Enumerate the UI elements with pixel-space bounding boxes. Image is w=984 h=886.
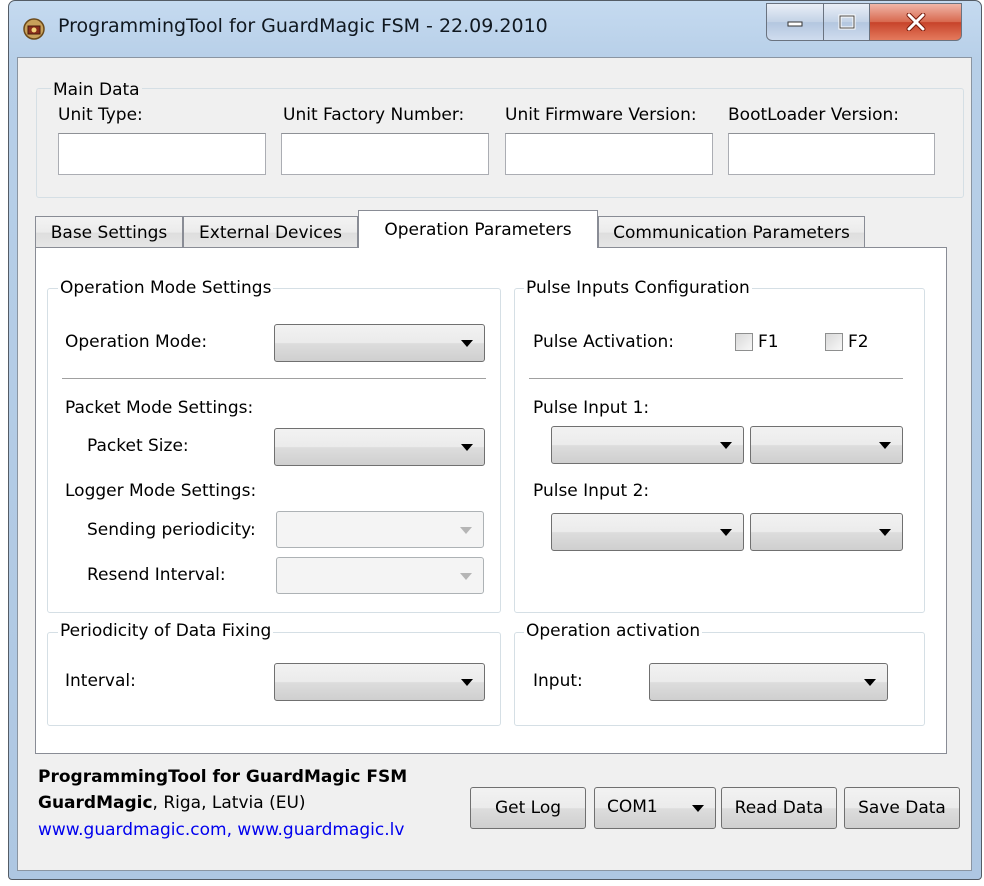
pulse-input-2-label: Pulse Input 2: [533,481,650,501]
tab-base-settings[interactable]: Base Settings [35,216,183,248]
f2-label: F2 [848,332,869,352]
tab-communication-parameters[interactable]: Communication Parameters [598,216,865,248]
interval-label: Interval: [65,671,136,691]
save-data-button[interactable]: Save Data [844,787,960,829]
chevron-down-icon [692,805,704,812]
resend-interval-label: Resend Interval: [87,565,226,585]
pulse-input-1-label: Pulse Input 1: [533,398,650,418]
pulse-input-1-select-a[interactable] [551,426,744,464]
interval-select[interactable] [274,663,485,701]
chevron-down-icon [460,526,472,534]
packet-size-select[interactable] [274,428,485,466]
operation-mode-label: Operation Mode: [65,332,208,352]
operation-mode-divider [62,378,486,380]
sending-periodicity-label: Sending periodicity: [87,520,256,540]
chevron-down-icon [879,442,891,449]
footer-company-line: GuardMagic, Riga, Latvia (EU) [38,793,306,813]
operation-activation-input-select[interactable] [649,663,888,701]
com-port-select[interactable]: COM1 [594,787,716,829]
chevron-down-icon [720,529,732,536]
f2-checkbox[interactable] [825,333,843,351]
footer-location: , Riga, Latvia (EU) [152,793,306,813]
packet-size-label: Packet Size: [87,436,189,456]
pulse-inputs-title: Pulse Inputs Configuration [524,278,752,298]
pulse-activation-divider [529,378,903,380]
bootloader-version-field[interactable] [728,133,935,175]
footer-app-name: ProgrammingTool for GuardMagic FSM [38,767,408,787]
operation-activation-title: Operation activation [524,621,703,641]
packet-mode-settings-label: Packet Mode Settings: [65,398,254,418]
chevron-down-icon [460,572,472,580]
tab-external-devices[interactable]: External Devices [183,216,358,248]
chevron-down-icon [461,679,473,686]
operation-mode-settings-title: Operation Mode Settings [58,278,274,298]
unit-type-label: Unit Type: [58,105,143,125]
unit-factory-number-field[interactable] [281,133,489,175]
get-log-button[interactable]: Get Log [470,787,586,829]
maximize-button[interactable] [824,3,870,41]
minimize-icon [787,21,803,27]
pulse-input-1-select-b[interactable] [750,426,903,464]
footer-company: GuardMagic [38,793,153,813]
chevron-down-icon [720,442,732,449]
operation-mode-select[interactable] [274,324,485,362]
sending-periodicity-select[interactable] [276,511,484,548]
tab-operation-parameters[interactable]: Operation Parameters [358,210,598,248]
minimize-button[interactable] [766,3,824,41]
read-data-button[interactable]: Read Data [721,787,837,829]
f1-label: F1 [758,332,779,352]
unit-type-field[interactable] [58,133,266,175]
chevron-down-icon [879,529,891,536]
pulse-activation-label: Pulse Activation: [533,332,675,352]
unit-factory-number-label: Unit Factory Number: [283,105,465,125]
maximize-icon [838,14,855,30]
footer-websites-link[interactable]: www.guardmagic.com, www.guardmagic.lv [38,820,404,840]
main-data-title: Main Data [51,80,142,100]
resend-interval-select[interactable] [276,557,484,594]
pulse-input-2-select-a[interactable] [551,513,744,551]
pulse-input-2-select-b[interactable] [750,513,903,551]
unit-firmware-version-field[interactable] [505,133,713,175]
caption-buttons [766,3,962,43]
input-label: Input: [533,671,583,691]
com-port-value: COM1 [607,797,658,817]
logger-mode-settings-label: Logger Mode Settings: [65,481,257,501]
unit-firmware-version-label: Unit Firmware Version: [505,105,697,125]
chevron-down-icon [461,444,473,451]
app-icon [22,17,46,41]
chevron-down-icon [461,340,473,347]
data-fixing-title: Periodicity of Data Fixing [58,621,274,641]
bootloader-version-label: BootLoader Version: [728,105,900,125]
operation-parameters-panel: Operation Mode Settings Operation Mode: … [35,247,947,754]
window-title: ProgrammingTool for GuardMagic FSM - 22.… [58,15,548,37]
f1-checkbox[interactable] [735,333,753,351]
close-button[interactable] [870,3,962,41]
chevron-down-icon [864,679,876,686]
close-icon [906,13,925,31]
